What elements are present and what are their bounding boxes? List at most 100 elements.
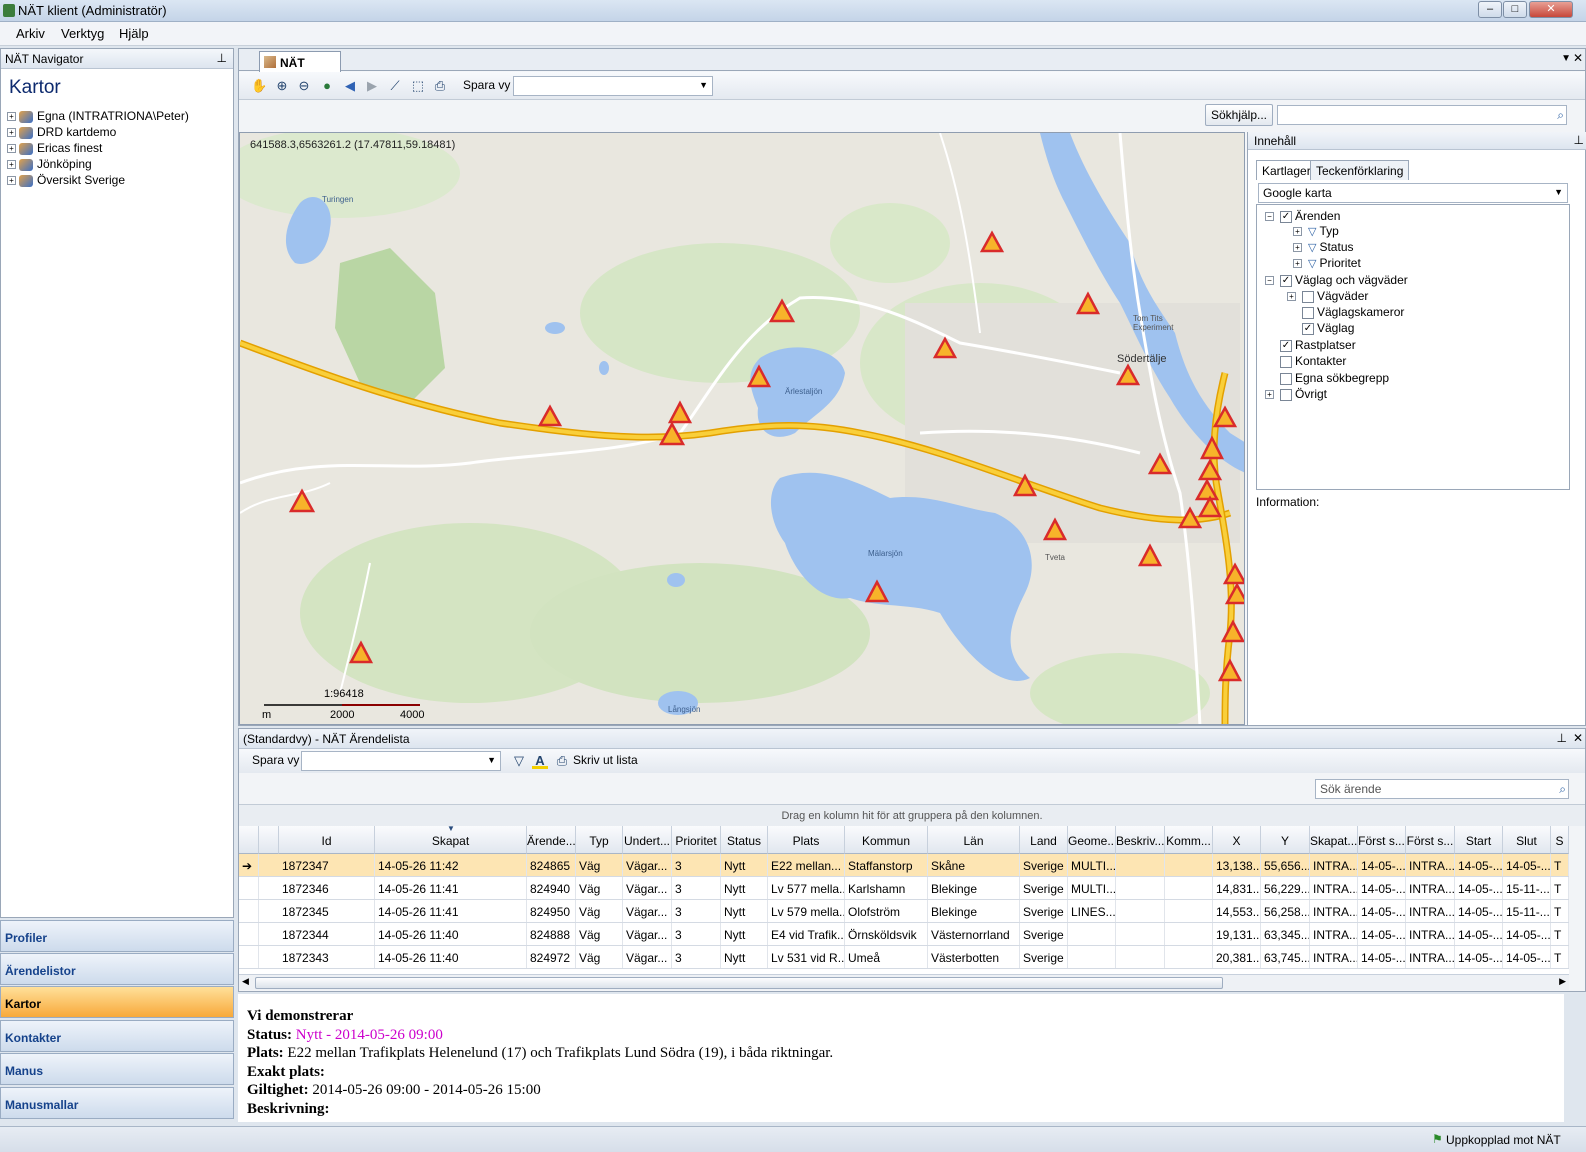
- print-icon[interactable]: ⎙: [554, 753, 570, 769]
- tab-teckenforklaring[interactable]: Teckenförklaring: [1310, 160, 1410, 180]
- column-header-arende[interactable]: Ärende...: [527, 826, 576, 854]
- layer-vaglag[interactable]: ✓ Väglag: [1302, 321, 1354, 336]
- column-header-status[interactable]: Status: [721, 826, 768, 854]
- nav-button-kontakter[interactable]: Kontakter: [0, 1020, 234, 1052]
- tree-item-ericas-finest[interactable]: + Ericas finest: [7, 141, 102, 157]
- table-row[interactable]: 1872346 14-05-26 11:41 824940 Väg Vägar... 3 N…: [239, 877, 1569, 900]
- menu-verktyg[interactable]: Verktyg: [61, 26, 104, 41]
- scroll-left-icon[interactable]: ◀: [242, 976, 249, 987]
- draw-line-icon[interactable]: ⟋: [387, 78, 403, 94]
- case-search-input[interactable]: Sök ärende ⌕: [1315, 779, 1569, 799]
- layer-arenden[interactable]: − ✓ Ärenden: [1265, 209, 1340, 224]
- column-header-kommentar[interactable]: Komm...: [1165, 826, 1213, 854]
- nav-button-manus[interactable]: Manus: [0, 1053, 234, 1085]
- minimize-button[interactable]: –: [1478, 1, 1502, 18]
- close-tab-icon[interactable]: ✕: [1573, 51, 1583, 65]
- expand-icon[interactable]: +: [1293, 259, 1302, 269]
- column-header-forst-sedd-av[interactable]: Först s...: [1406, 826, 1455, 854]
- column-header-forst-sedd[interactable]: Först s...: [1358, 826, 1406, 854]
- layer-vagvader[interactable]: + Vägväder: [1287, 289, 1368, 304]
- tree-item-oversikt-sverige[interactable]: + Översikt Sverige: [7, 173, 125, 189]
- pin-icon[interactable]: ⊥: [1557, 731, 1567, 745]
- nav-button-profiler[interactable]: Profiler: [0, 920, 234, 952]
- horizontal-scrollbar[interactable]: ◀ ▶: [239, 974, 1569, 990]
- filter-icon[interactable]: ▽: [511, 753, 527, 769]
- tree-item-jonkoping[interactable]: + Jönköping: [7, 157, 92, 173]
- nav-button-manusmallar[interactable]: Manusmallar: [0, 1087, 234, 1119]
- expand-icon[interactable]: +: [1293, 243, 1302, 253]
- collapse-icon[interactable]: −: [1265, 276, 1274, 286]
- tab-nat-karta[interactable]: NÄT Karta: [259, 51, 341, 84]
- layer-typ[interactable]: + ▽ Typ: [1293, 224, 1339, 239]
- checkbox-unchecked[interactable]: [1280, 355, 1292, 368]
- nav-button-kartor[interactable]: Kartor: [0, 986, 234, 1018]
- table-row[interactable]: ➔ 1872347 14-05-26 11:42 824865 Väg Vägar... 3…: [239, 854, 1569, 877]
- close-icon[interactable]: ✕: [1573, 731, 1583, 745]
- full-extent-icon[interactable]: ⬚: [410, 78, 426, 94]
- column-header-x[interactable]: X: [1213, 826, 1261, 854]
- column-header-kommun[interactable]: Kommun: [845, 826, 928, 854]
- highlight-text-icon[interactable]: A: [532, 753, 548, 769]
- scrollbar-thumb[interactable]: [255, 977, 1223, 989]
- layer-ovrigt[interactable]: + Övrigt: [1265, 387, 1327, 402]
- checkbox-unchecked[interactable]: [1302, 306, 1314, 319]
- globe-icon[interactable]: ●: [319, 78, 335, 94]
- menu-arkiv[interactable]: Arkiv: [16, 26, 45, 41]
- map-canvas[interactable]: 641588.3,6563261.2 (17.47811,59.18481) S…: [239, 132, 1245, 725]
- column-header-typ[interactable]: Typ: [576, 826, 623, 854]
- forward-arrow-icon[interactable]: ▶: [364, 78, 380, 94]
- pin-icon[interactable]: ⊥: [1574, 133, 1584, 147]
- scroll-right-icon[interactable]: ▶: [1559, 976, 1566, 987]
- layer-rastplatser[interactable]: ✓ Rastplatser: [1280, 338, 1356, 353]
- tree-item-drd-kartdemo[interactable]: + DRD kartdemo: [7, 125, 116, 141]
- zoom-out-icon[interactable]: ⊖: [296, 78, 312, 94]
- close-button[interactable]: ✕: [1529, 1, 1573, 18]
- checkbox-checked[interactable]: ✓: [1302, 322, 1314, 335]
- nav-button-arendelistor[interactable]: Ärendelistor: [0, 953, 234, 985]
- table-row[interactable]: 1872345 14-05-26 11:41 824950 Väg Vägar... 3 N…: [239, 900, 1569, 923]
- column-header-beskrivning[interactable]: Beskriv...: [1116, 826, 1165, 854]
- column-header-plats[interactable]: Plats: [768, 826, 845, 854]
- checkbox-unchecked[interactable]: [1302, 290, 1314, 303]
- column-header-s[interactable]: S: [1551, 826, 1569, 854]
- tab-dropdown-icon[interactable]: ▼: [1561, 53, 1571, 64]
- column-header-land[interactable]: Land: [1020, 826, 1068, 854]
- expand-icon[interactable]: +: [7, 176, 16, 186]
- layer-status[interactable]: + ▽ Status: [1293, 240, 1354, 255]
- column-header-id[interactable]: Id: [279, 826, 375, 854]
- column-header-slut[interactable]: Slut: [1503, 826, 1551, 854]
- basemap-select[interactable]: Google karta ▼: [1258, 183, 1568, 203]
- pin-icon[interactable]: ⊥: [217, 51, 227, 65]
- layer-egna-sokbegrepp[interactable]: Egna sökbegrepp: [1280, 371, 1389, 386]
- table-row[interactable]: 1872343 14-05-26 11:40 824972 Väg Vägar... 3 N…: [239, 946, 1569, 969]
- checkbox-checked[interactable]: ✓: [1280, 210, 1292, 223]
- tab-kartlager[interactable]: Kartlager: [1256, 160, 1317, 180]
- checkbox-unchecked[interactable]: [1280, 372, 1292, 385]
- layer-vaglagskameror[interactable]: Väglagskameror: [1302, 305, 1404, 320]
- column-header-undertyp[interactable]: Undert...: [623, 826, 672, 854]
- expand-icon[interactable]: +: [1293, 227, 1302, 237]
- print-icon[interactable]: ⎙: [432, 78, 448, 94]
- tree-item-egna[interactable]: + Egna (INTRATRIONA\Peter): [7, 109, 189, 125]
- case-list-save-view-combo[interactable]: ▼: [301, 751, 501, 771]
- collapse-icon[interactable]: −: [1265, 212, 1274, 222]
- expand-icon[interactable]: +: [1265, 390, 1274, 400]
- save-view-combo[interactable]: ▼: [513, 76, 713, 96]
- print-list-button[interactable]: Skriv ut lista: [573, 753, 638, 767]
- table-row[interactable]: 1872344 14-05-26 11:40 824888 Väg Vägar... 3 N…: [239, 923, 1569, 946]
- back-arrow-icon[interactable]: ◀: [342, 78, 358, 94]
- expand-icon[interactable]: +: [7, 112, 16, 122]
- search-help-button[interactable]: Sökhjälp...: [1205, 104, 1273, 126]
- map-search-input[interactable]: ⌕: [1277, 105, 1567, 125]
- expand-icon[interactable]: +: [7, 160, 16, 170]
- layer-prioritet[interactable]: + ▽ Prioritet: [1293, 256, 1361, 271]
- column-header-lan[interactable]: Län: [928, 826, 1020, 854]
- column-header-y[interactable]: Y: [1261, 826, 1310, 854]
- layer-vaglag-och-vagvader[interactable]: − ✓ Väglag och vägväder: [1265, 273, 1408, 288]
- zoom-in-icon[interactable]: ⊕: [274, 78, 290, 94]
- column-header-skapat-av[interactable]: Skapat...: [1310, 826, 1358, 854]
- expand-icon[interactable]: +: [7, 144, 16, 154]
- layer-kontakter[interactable]: Kontakter: [1280, 354, 1346, 369]
- pan-hand-icon[interactable]: ✋: [251, 78, 267, 94]
- menu-hjalp[interactable]: Hjälp: [119, 26, 149, 41]
